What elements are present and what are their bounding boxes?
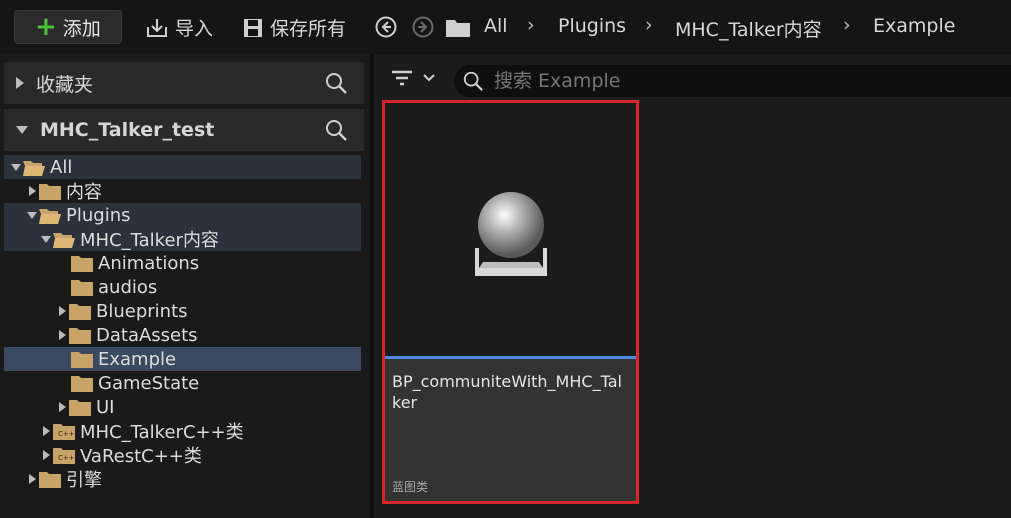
asset-info: BP_communiteWith_MHC_Talker 蓝图类 bbox=[385, 359, 636, 501]
save-all-label: 保存所有 bbox=[270, 18, 347, 40]
folder-icon bbox=[71, 256, 93, 272]
tree-item-label: Plugins bbox=[66, 204, 131, 226]
folder-icon bbox=[69, 400, 91, 416]
tree-item-label: VaRestC++类 bbox=[80, 446, 202, 467]
folder-icon bbox=[71, 280, 93, 296]
tree-item-dataassets[interactable]: DataAssets bbox=[4, 323, 361, 347]
search-box[interactable] bbox=[454, 65, 1011, 97]
add-button-label: 添加 bbox=[62, 17, 101, 40]
back-icon[interactable] bbox=[375, 16, 397, 38]
folder-icon bbox=[39, 472, 61, 488]
tree-item-content[interactable]: 内容 bbox=[4, 179, 361, 203]
tree-item-label: 内容 bbox=[66, 182, 102, 203]
filter-icon bbox=[392, 70, 412, 86]
tree-item-varest-cpp[interactable]: C++ VaRestC++类 bbox=[4, 443, 361, 467]
tree-item-label: UI bbox=[96, 396, 115, 418]
search-icon[interactable] bbox=[324, 118, 348, 142]
tree-item-blueprints[interactable]: Blueprints bbox=[4, 299, 361, 323]
expand-arrow-icon bbox=[56, 306, 68, 316]
folder-icon bbox=[39, 184, 61, 200]
favorites-section-header[interactable]: 收藏夹 bbox=[4, 62, 364, 104]
folder-open-icon bbox=[53, 233, 75, 248]
tree-item-engine[interactable]: 引擎 bbox=[4, 467, 361, 491]
collapse-arrow-icon bbox=[40, 235, 52, 243]
folder-open-icon bbox=[23, 161, 45, 176]
plus-icon: + bbox=[35, 12, 57, 42]
tree-item-mhc-talker-cpp[interactable]: C++ MHC_TalkerC++类 bbox=[4, 419, 361, 443]
tree-item-label: 引擎 bbox=[66, 470, 102, 491]
tree-item-mhc-talker-content[interactable]: MHC_Talker内容 bbox=[4, 227, 361, 251]
svg-text:C++: C++ bbox=[58, 454, 75, 462]
tree-item-label: Example bbox=[98, 348, 177, 370]
tree-item-label: audios bbox=[98, 276, 158, 298]
svg-text:C++: C++ bbox=[58, 430, 75, 438]
expand-arrow-icon bbox=[16, 77, 24, 89]
sources-panel: 收藏夹 MHC_Talker_test All 内容 Plugins MHC_T… bbox=[0, 54, 370, 518]
project-label: MHC_Talker_test bbox=[40, 119, 215, 141]
tree-item-plugins[interactable]: Plugins bbox=[4, 203, 361, 227]
expand-arrow-icon bbox=[56, 330, 68, 340]
add-button[interactable]: + 添加 bbox=[14, 10, 122, 44]
folder-icon bbox=[71, 352, 93, 368]
search-icon[interactable] bbox=[324, 71, 348, 95]
tree-item-ui[interactable]: UI bbox=[4, 395, 361, 419]
expand-arrow-icon bbox=[26, 186, 38, 196]
breadcrumb-all[interactable]: All bbox=[484, 15, 508, 37]
tree-item-label: MHC_TalkerC++类 bbox=[80, 422, 244, 443]
cpp-folder-icon: C++ bbox=[53, 424, 75, 440]
favorites-label: 收藏夹 bbox=[36, 73, 94, 96]
tree-item-label: Blueprints bbox=[96, 300, 188, 322]
breadcrumb-mhc-talker[interactable]: MHC_Talker内容 bbox=[675, 15, 822, 42]
save-icon bbox=[244, 18, 262, 37]
import-icon bbox=[147, 18, 167, 37]
cpp-folder-icon: C++ bbox=[53, 448, 75, 464]
folder-icon bbox=[69, 328, 91, 344]
collapse-arrow-icon bbox=[26, 211, 38, 219]
asset-name: BP_communiteWith_MHC_Talker bbox=[392, 372, 622, 412]
breadcrumb-plugins[interactable]: Plugins bbox=[558, 15, 626, 37]
asset-tile[interactable]: BP_communiteWith_MHC_Talker 蓝图类 bbox=[382, 100, 639, 504]
folder-icon bbox=[446, 20, 470, 37]
import-label: 导入 bbox=[175, 18, 214, 40]
tree-item-animations[interactable]: Animations bbox=[4, 251, 361, 275]
expand-arrow-icon bbox=[56, 402, 68, 412]
content-panel: BP_communiteWith_MHC_Talker 蓝图类 bbox=[374, 54, 1011, 518]
search-icon bbox=[463, 71, 483, 91]
collapse-arrow-icon bbox=[16, 126, 28, 134]
forward-icon[interactable] bbox=[412, 16, 434, 38]
folder-open-icon bbox=[39, 209, 61, 224]
collapse-arrow-icon bbox=[10, 163, 22, 171]
folder-icon bbox=[71, 376, 93, 392]
breadcrumb-example[interactable]: Example bbox=[873, 15, 955, 37]
tree-item-gamestate[interactable]: GameState bbox=[4, 371, 361, 395]
tree-item-label: Animations bbox=[98, 252, 200, 274]
tree-item-label: MHC_Talker内容 bbox=[80, 230, 219, 251]
chevron-right-icon: › bbox=[645, 14, 653, 36]
project-section-header[interactable]: MHC_Talker_test bbox=[4, 109, 364, 151]
asset-type: 蓝图类 bbox=[392, 480, 429, 494]
search-input[interactable] bbox=[492, 69, 976, 93]
chevron-right-icon: › bbox=[843, 14, 851, 36]
folder-icon bbox=[69, 304, 91, 320]
expand-arrow-icon bbox=[40, 426, 52, 436]
tree-item-example[interactable]: Example bbox=[4, 347, 361, 371]
expand-arrow-icon bbox=[26, 474, 38, 484]
filter-button[interactable] bbox=[390, 68, 436, 88]
import-button[interactable]: 导入 bbox=[145, 14, 213, 41]
tree-item-all[interactable]: All bbox=[4, 155, 361, 179]
chevron-right-icon: › bbox=[527, 14, 535, 36]
save-all-button[interactable]: 保存所有 bbox=[242, 14, 346, 41]
tree-item-label: All bbox=[50, 156, 73, 178]
expand-arrow-icon bbox=[40, 450, 52, 460]
tree-item-label: GameState bbox=[98, 372, 200, 394]
toolbar: + 添加 导入 保存所有 All › Plugins › MHC_Talker内… bbox=[0, 0, 1011, 54]
blueprint-actor-icon bbox=[475, 192, 547, 276]
asset-thumbnail bbox=[385, 103, 636, 356]
tree-item-label: DataAssets bbox=[96, 324, 198, 346]
chevron-down-icon bbox=[423, 74, 435, 82]
tree-item-audios[interactable]: audios bbox=[4, 275, 361, 299]
